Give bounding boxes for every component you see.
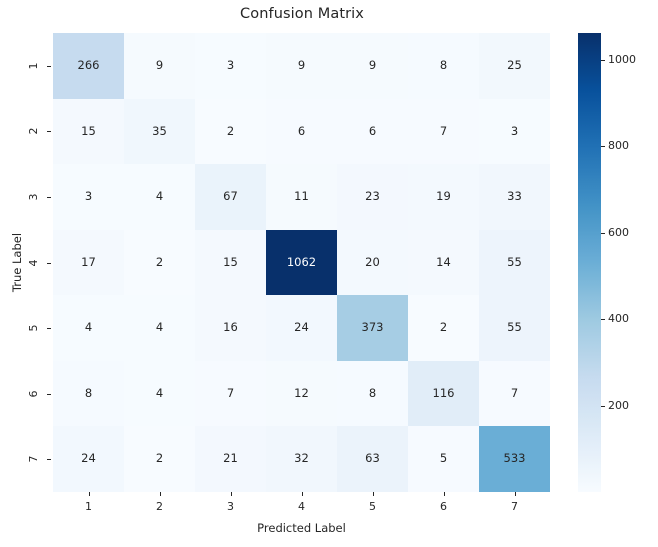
heatmap-cell: 1062 bbox=[266, 229, 337, 296]
heatmap-cell: 7 bbox=[479, 360, 550, 427]
heatmap-cell: 2 bbox=[195, 98, 266, 165]
heatmap-cell: 533 bbox=[479, 426, 550, 492]
y-tick-label: 1 bbox=[27, 62, 40, 70]
x-tick-label: 1 bbox=[85, 500, 92, 513]
heatmap-cell: 19 bbox=[408, 164, 479, 230]
y-tick-label: 2 bbox=[27, 127, 40, 135]
heatmap-cell: 373 bbox=[337, 295, 408, 361]
heatmap-cell: 21 bbox=[195, 426, 266, 492]
heatmap-cell: 24 bbox=[266, 295, 337, 361]
x-tick-label: 6 bbox=[440, 500, 447, 513]
heatmap-cell: 2 bbox=[124, 229, 195, 296]
x-tick-mark bbox=[159, 492, 161, 496]
colorbar-tick-mark bbox=[601, 232, 605, 234]
colorbar-tick-label: 400 bbox=[608, 312, 629, 326]
heatmap-cell: 9 bbox=[124, 33, 195, 99]
chart-title: Confusion Matrix bbox=[240, 6, 364, 22]
colorbar-tick-label: 600 bbox=[608, 225, 629, 239]
y-tick-mark bbox=[47, 328, 51, 330]
heatmap-cell: 35 bbox=[124, 98, 195, 165]
x-tick-label: 4 bbox=[298, 500, 305, 513]
heatmap-cell: 12 bbox=[266, 360, 337, 427]
heatmap-cell: 7 bbox=[195, 360, 266, 427]
x-tick-mark bbox=[443, 492, 445, 496]
heatmap-cell: 25 bbox=[479, 33, 550, 99]
x-tick-mark bbox=[230, 492, 232, 496]
y-axis-label: True Label bbox=[10, 232, 24, 293]
x-tick-mark bbox=[372, 492, 374, 496]
y-tick-mark bbox=[47, 262, 51, 264]
heatmap-cell: 4 bbox=[124, 360, 195, 427]
colorbar-tick-label: 800 bbox=[608, 139, 629, 153]
heatmap-cell: 23 bbox=[337, 164, 408, 230]
heatmap-cell: 15 bbox=[53, 98, 124, 165]
x-tick-label: 7 bbox=[511, 500, 518, 513]
heatmap-cell: 4 bbox=[124, 295, 195, 361]
heatmap-plot-area: 266 9 3 9 9 8 25 15 35 2 6 6 7 3 3 4 67 11 23 19 33 17 2 15 1062… bbox=[53, 33, 550, 492]
x-tick-label: 3 bbox=[227, 500, 234, 513]
heatmap-cell: 6 bbox=[266, 98, 337, 165]
y-tick-mark bbox=[47, 459, 51, 461]
x-tick-mark bbox=[88, 492, 90, 496]
heatmap-cell: 32 bbox=[266, 426, 337, 492]
y-tick-mark bbox=[47, 196, 51, 198]
x-axis-label: Predicted Label bbox=[257, 521, 346, 535]
heatmap-cell: 24 bbox=[53, 426, 124, 492]
heatmap-cell: 15 bbox=[195, 229, 266, 296]
y-tick-label: 6 bbox=[27, 390, 40, 398]
heatmap-cell: 63 bbox=[337, 426, 408, 492]
heatmap-cell: 16 bbox=[195, 295, 266, 361]
heatmap-cell: 67 bbox=[195, 164, 266, 230]
heatmap-cell: 116 bbox=[408, 360, 479, 427]
heatmap-cell: 2 bbox=[124, 426, 195, 492]
heatmap-cell: 8 bbox=[337, 360, 408, 427]
heatmap-cell: 6 bbox=[337, 98, 408, 165]
heatmap-cell: 2 bbox=[408, 295, 479, 361]
colorbar-tick-mark bbox=[601, 405, 605, 407]
heatmap-cell: 9 bbox=[266, 33, 337, 99]
x-tick-mark bbox=[301, 492, 303, 496]
heatmap-cell: 3 bbox=[195, 33, 266, 99]
x-tick-label: 5 bbox=[369, 500, 376, 513]
heatmap-cell: 20 bbox=[337, 229, 408, 296]
colorbar-tick-label: 200 bbox=[608, 398, 629, 412]
y-tick-label: 4 bbox=[27, 259, 40, 266]
heatmap-cell: 55 bbox=[479, 229, 550, 296]
y-tick-label: 5 bbox=[27, 324, 40, 332]
x-tick-mark bbox=[514, 492, 516, 496]
heatmap-cell: 4 bbox=[124, 164, 195, 230]
heatmap-cell: 5 bbox=[408, 426, 479, 492]
y-tick-mark bbox=[47, 65, 51, 67]
heatmap-cell: 55 bbox=[479, 295, 550, 361]
heatmap-cell: 4 bbox=[53, 295, 124, 361]
heatmap-cell: 17 bbox=[53, 229, 124, 296]
colorbar bbox=[578, 33, 601, 492]
y-tick-mark bbox=[47, 131, 51, 133]
colorbar-tick-label: 1000 bbox=[608, 52, 636, 66]
heatmap-cell: 7 bbox=[408, 98, 479, 165]
heatmap-cell-grid: 266 9 3 9 9 8 25 15 35 2 6 6 7 3 3 4 67 11 23 19 33 17 2 15 1062… bbox=[53, 33, 550, 492]
heatmap-cell: 33 bbox=[479, 164, 550, 230]
heatmap-cell: 11 bbox=[266, 164, 337, 230]
colorbar-tick-mark bbox=[601, 59, 605, 61]
heatmap-cell: 266 bbox=[53, 33, 124, 99]
colorbar-tick-mark bbox=[601, 146, 605, 148]
x-tick-label: 2 bbox=[156, 500, 163, 513]
y-tick-label: 3 bbox=[27, 193, 40, 201]
heatmap-cell: 8 bbox=[53, 360, 124, 427]
confusion-matrix-figure: Confusion Matrix True Label 1234567 266 9… bbox=[0, 0, 658, 547]
y-tick-mark bbox=[47, 393, 51, 395]
colorbar-tick-mark bbox=[601, 319, 605, 321]
heatmap-cell: 8 bbox=[408, 33, 479, 99]
heatmap-cell: 3 bbox=[479, 98, 550, 165]
heatmap-cell: 3 bbox=[53, 164, 124, 230]
y-tick-label: 7 bbox=[27, 455, 40, 463]
heatmap-cell: 14 bbox=[408, 229, 479, 296]
heatmap-cell: 9 bbox=[337, 33, 408, 99]
